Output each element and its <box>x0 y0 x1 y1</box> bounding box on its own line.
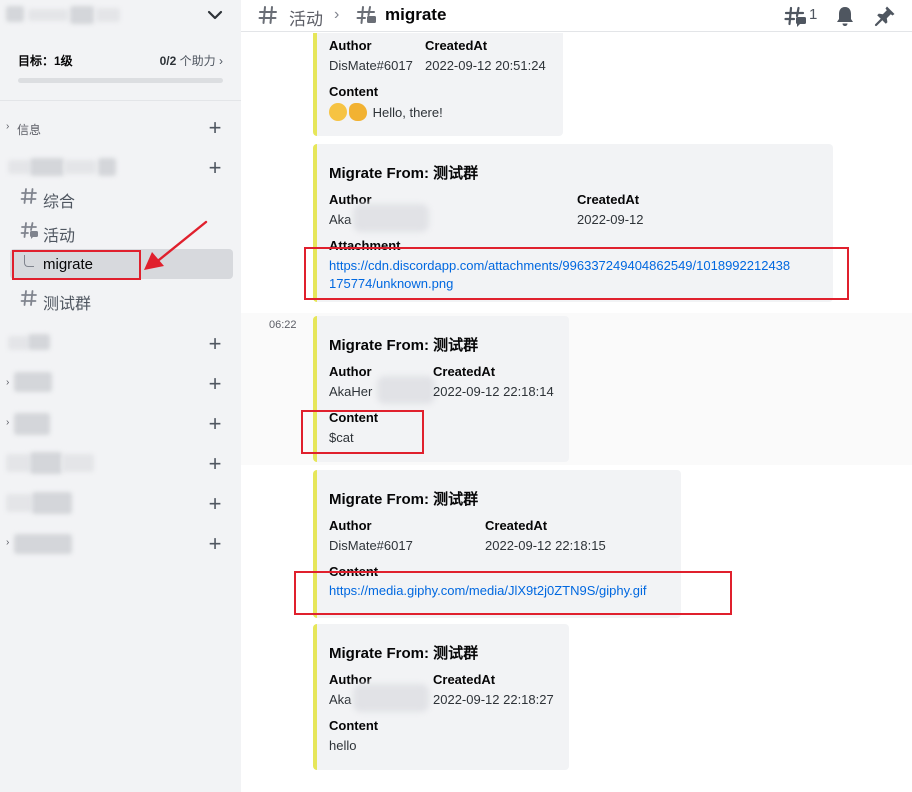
category-info[interactable]: › 信息 <box>6 120 228 138</box>
field-name-content: Content <box>329 84 379 99</box>
chevron-right-icon: › <box>6 377 10 388</box>
hash-icon <box>20 188 37 204</box>
field-name-created: CreatedAt <box>485 518 548 533</box>
threads-count: 1 <box>809 6 818 23</box>
category-name-redacted <box>6 454 30 472</box>
field-value-author: AkaHer <box>329 384 373 399</box>
annotation-box <box>12 250 141 280</box>
embed-title: Migrate From: 测试群 <box>329 165 479 182</box>
server-name-redacted <box>28 9 68 21</box>
category-name-redacted <box>6 494 32 512</box>
bell-icon[interactable] <box>834 5 856 27</box>
category-name-redacted <box>14 372 52 392</box>
category-name-redacted <box>14 534 72 554</box>
category-name-redacted <box>30 158 64 176</box>
boost-count: 0/2 个助力 › <box>159 54 223 68</box>
category-name-redacted <box>14 413 50 435</box>
field-value-author: Aka <box>329 692 352 707</box>
smiley-emoji-icon <box>329 103 347 121</box>
field-name-created: CreatedAt <box>425 38 488 53</box>
field-name-content: Content <box>329 718 379 733</box>
divider <box>0 100 241 101</box>
add-channel-button[interactable]: + <box>206 117 224 139</box>
channel-test-group[interactable]: 测试群 <box>10 284 233 314</box>
embed-title: Migrate From: 测试群 <box>329 645 479 662</box>
add-channel-button[interactable]: + <box>206 157 224 179</box>
annotation-box <box>304 247 849 300</box>
category-name-redacted <box>98 158 116 176</box>
chevron-right-icon: › <box>334 6 340 23</box>
page-title: migrate <box>385 5 447 24</box>
server-name-redacted <box>70 6 94 24</box>
channel-label: 活动 <box>43 228 76 245</box>
field-name-author: Author <box>329 364 372 379</box>
category-name-redacted <box>62 454 94 472</box>
field-value-content: hello <box>329 738 357 753</box>
field-value-created: 2022-09-12 22:18:15 <box>485 538 606 553</box>
embed-title: Migrate From: 测试群 <box>329 337 479 354</box>
category-name-redacted <box>8 336 28 350</box>
annotation-box <box>301 410 424 454</box>
server-header[interactable] <box>0 0 241 32</box>
server-name-redacted <box>96 8 120 22</box>
field-value-author: Aka <box>329 212 352 227</box>
field-value-created: 2022-09-12 <box>577 212 644 227</box>
add-channel-button[interactable]: + <box>206 373 224 395</box>
channel-header: 活动 › migrate 1 <box>241 0 912 32</box>
category-name-redacted <box>64 160 96 174</box>
hash-icon <box>258 6 277 24</box>
annotation-arrow-icon <box>144 220 208 270</box>
waving-hand-emoji-icon <box>349 103 367 121</box>
field-value-created: 2022-09-12 22:18:14 <box>433 384 554 399</box>
channel-label: 综合 <box>43 194 76 211</box>
field-name-created: CreatedAt <box>577 192 640 207</box>
category-name-redacted <box>28 334 50 350</box>
hash-icon <box>20 290 37 306</box>
message-embed: Author CreatedAt DisMate#6017 2022-09-12… <box>313 33 563 136</box>
chevron-right-icon: › <box>6 417 10 428</box>
add-channel-button[interactable]: + <box>206 493 224 515</box>
channel-label: 测试群 <box>43 296 92 313</box>
pin-icon[interactable] <box>874 5 896 27</box>
field-value-content: Hello, there! <box>329 103 443 121</box>
thread-hash-icon <box>20 222 38 239</box>
add-channel-button[interactable]: + <box>206 533 224 555</box>
add-channel-button[interactable]: + <box>206 413 224 435</box>
message-timestamp[interactable]: 06:22 <box>269 319 297 331</box>
message-embed: Migrate From: 测试群 Author CreatedAt Aka 2… <box>313 624 569 770</box>
chevron-right-icon: › <box>6 121 10 132</box>
category-name-redacted <box>8 160 30 174</box>
category-name-redacted <box>32 492 72 514</box>
thread-hash-icon <box>356 6 376 24</box>
threads-icon[interactable] <box>784 5 806 27</box>
field-value-created: 2022-09-12 22:18:27 <box>433 692 554 707</box>
category-name-redacted <box>30 452 62 474</box>
author-redacted <box>353 204 429 232</box>
boost-progress-bar <box>18 78 223 83</box>
chevron-down-icon[interactable] <box>207 8 223 22</box>
chevron-right-icon: › <box>6 537 10 548</box>
add-channel-button[interactable]: + <box>206 453 224 475</box>
field-value-author: DisMate#6017 <box>329 538 413 553</box>
category-label: 信息 <box>17 123 42 137</box>
annotation-box <box>294 571 732 615</box>
breadcrumb-parent-channel[interactable]: 活动 <box>289 5 323 30</box>
author-redacted <box>353 684 429 712</box>
author-redacted <box>377 376 435 404</box>
field-name-author: Author <box>329 518 372 533</box>
field-name-author: Author <box>329 38 372 53</box>
field-name-created: CreatedAt <box>433 672 496 687</box>
field-value-author: DisMate#6017 <box>329 58 413 73</box>
field-value-created: 2022-09-12 20:51:24 <box>425 58 546 73</box>
embed-title: Migrate From: 测试群 <box>329 491 479 508</box>
server-name-redacted <box>6 6 24 22</box>
boost-goal-row[interactable]: 目标：1级 0/2 个助力 › <box>18 52 223 68</box>
channel-sidebar: 目标：1级 0/2 个助力 › › 信息 + + 综合 活动 migrate 测… <box>0 0 241 792</box>
chevron-right-icon: › <box>219 54 223 68</box>
field-name-created: CreatedAt <box>433 364 496 379</box>
channel-general[interactable]: 综合 <box>10 182 233 212</box>
add-channel-button[interactable]: + <box>206 333 224 355</box>
boost-goal-label: 目标：1级 <box>18 54 73 68</box>
